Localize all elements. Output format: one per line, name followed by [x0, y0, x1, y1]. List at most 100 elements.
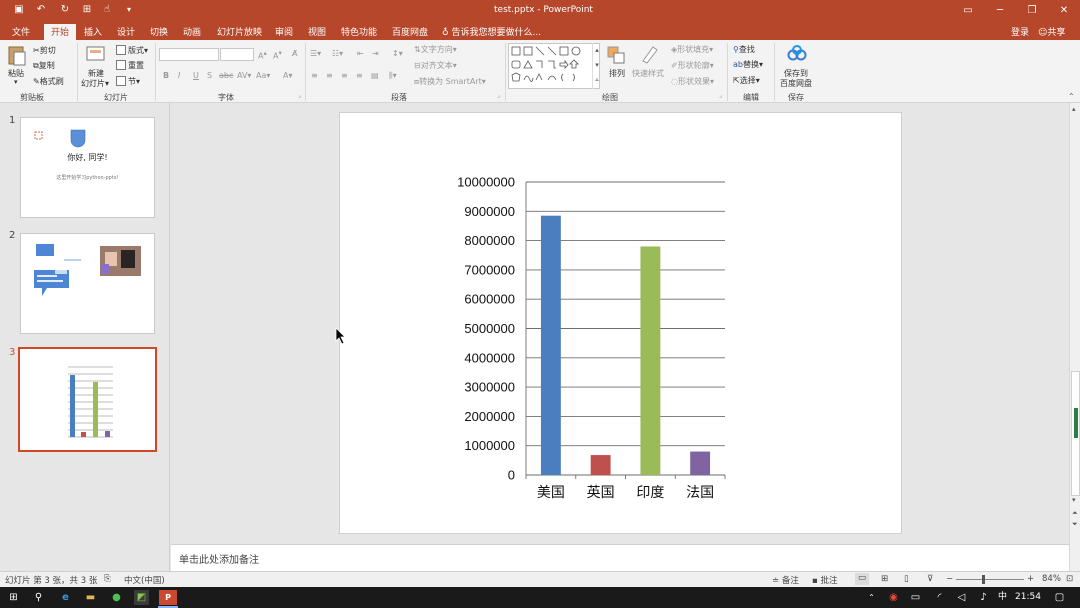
- line-spacing-icon[interactable]: ↕▾: [392, 49, 403, 58]
- underline-icon[interactable]: U: [193, 71, 199, 80]
- redo-icon[interactable]: ↻: [58, 3, 72, 17]
- bold-icon[interactable]: B: [163, 71, 169, 80]
- ime-indicator[interactable]: 中: [995, 590, 1010, 605]
- decrease-font-icon[interactable]: A▾: [273, 49, 282, 61]
- tab-animations[interactable]: 动画: [183, 25, 201, 38]
- shapes-gallery-scroll[interactable]: ▴ ▾ ⩡: [592, 43, 601, 89]
- share-button[interactable]: ☺共享: [1038, 25, 1065, 38]
- vertical-scrollbar[interactable]: ▴ ▾ ⏶ ⏷: [1069, 103, 1080, 571]
- wifi-icon[interactable]: ◜: [932, 590, 947, 605]
- spell-check-icon[interactable]: ⎘: [104, 574, 111, 584]
- change-case-icon[interactable]: Aa▾: [256, 71, 270, 80]
- app-icon-recorder[interactable]: ◩: [134, 590, 149, 605]
- customize-toolbar-icon[interactable]: ▾: [122, 3, 136, 17]
- undo-icon[interactable]: ↶: [34, 3, 48, 17]
- tab-file[interactable]: 文件: [12, 25, 30, 38]
- slide-thumbnail-2[interactable]: [20, 233, 155, 334]
- font-dialog-launcher-icon[interactable]: ⌟: [298, 92, 301, 99]
- align-center-icon[interactable]: ≡: [326, 71, 333, 80]
- decrease-indent-icon[interactable]: ⇤: [357, 49, 364, 58]
- format-painter-button[interactable]: ✎格式刷: [33, 76, 64, 87]
- ribbon-display-options-icon[interactable]: ▭: [952, 0, 984, 22]
- tab-view[interactable]: 视图: [308, 25, 326, 38]
- slide-thumbnail-3[interactable]: [18, 347, 157, 452]
- convert-smartart-button[interactable]: ⧈转换为 SmartArt▾: [414, 76, 486, 87]
- paragraph-dialog-launcher-icon[interactable]: ⌟: [497, 92, 500, 99]
- tab-baidu-netdisk[interactable]: 百度网盘: [392, 25, 428, 38]
- notifications-icon[interactable]: ▢: [1052, 590, 1067, 605]
- font-color-icon[interactable]: A▾: [283, 71, 293, 80]
- replace-button[interactable]: ab替换▾: [733, 59, 763, 70]
- slide-thumbnail-1[interactable]: 你好, 同学! 这里开始学习python-pptx!: [20, 117, 155, 218]
- zoom-out-icon[interactable]: −: [946, 574, 953, 584]
- baidu-cloud-icon[interactable]: [787, 44, 807, 64]
- language-indicator[interactable]: 中文(中国): [124, 574, 165, 586]
- shape-outline-button[interactable]: ✐形状轮廓▾: [671, 60, 714, 71]
- start-from-beginning-icon[interactable]: ⊞: [80, 3, 94, 17]
- next-slide-icon[interactable]: ⏷: [1072, 520, 1078, 529]
- font-size-combobox[interactable]: [220, 48, 254, 61]
- tab-transitions[interactable]: 切换: [150, 25, 168, 38]
- tab-insert[interactable]: 插入: [84, 25, 102, 38]
- find-button[interactable]: ⚲查找: [733, 44, 755, 55]
- minimize-button[interactable]: ─: [984, 0, 1016, 22]
- copy-button[interactable]: ⧉复制: [33, 60, 55, 71]
- volume-icon[interactable]: ◁: [954, 590, 969, 605]
- arrange-button[interactable]: 排列: [609, 68, 625, 79]
- sign-in-link[interactable]: 登录: [1011, 25, 1029, 38]
- zoom-slider-track[interactable]: [956, 579, 1024, 580]
- collapse-ribbon-icon[interactable]: ⌃: [1068, 92, 1075, 101]
- file-explorer-icon[interactable]: ▬: [83, 590, 98, 605]
- increase-indent-icon[interactable]: ⇥: [372, 49, 379, 58]
- align-right-icon[interactable]: ≡: [341, 71, 348, 80]
- text-shadow-icon[interactable]: S: [207, 71, 212, 80]
- tab-review[interactable]: 审阅: [275, 25, 293, 38]
- align-text-button[interactable]: ⊟对齐文本▾: [414, 60, 457, 71]
- section-button[interactable]: 节▾: [116, 76, 140, 87]
- paste-dropdown-icon[interactable]: ▾: [14, 78, 18, 86]
- distributed-icon[interactable]: ▤: [371, 71, 379, 80]
- shape-effects-button[interactable]: ◌形状效果▾: [671, 76, 714, 87]
- zoom-level[interactable]: 84%: [1042, 574, 1061, 584]
- tell-me-box[interactable]: ♁ 告诉我您想要做什么...: [442, 25, 541, 38]
- quick-styles-button[interactable]: 快速样式: [632, 68, 664, 79]
- touch-mode-icon[interactable]: ☝: [100, 3, 114, 17]
- clear-format-icon[interactable]: A̸: [292, 49, 297, 58]
- zoom-slider-thumb[interactable]: [982, 575, 985, 584]
- char-spacing-icon[interactable]: AV▾: [237, 71, 251, 80]
- italic-icon[interactable]: I: [178, 71, 180, 80]
- quick-styles-icon[interactable]: [639, 45, 659, 65]
- shapes-gallery[interactable]: [508, 43, 600, 89]
- text-direction-button[interactable]: ⇅文字方向▾: [414, 44, 457, 55]
- app-icon-green[interactable]: ●: [109, 590, 124, 605]
- battery-icon[interactable]: ▭: [908, 590, 923, 605]
- scroll-up-icon[interactable]: ▴: [1072, 105, 1076, 113]
- arrange-icon[interactable]: [606, 45, 626, 65]
- fit-to-window-icon[interactable]: ⊡: [1066, 574, 1073, 584]
- align-left-icon[interactable]: ≡: [311, 71, 318, 80]
- notes-placeholder[interactable]: 单击此处添加备注: [179, 551, 259, 566]
- scroll-down-icon[interactable]: ▾: [1072, 496, 1076, 504]
- layout-button[interactable]: 版式▾: [116, 45, 148, 56]
- strikethrough-icon[interactable]: abc: [219, 71, 233, 80]
- slideshow-view-icon[interactable]: ⊽: [927, 574, 933, 584]
- clock[interactable]: 21:54: [1012, 590, 1044, 605]
- bar-chart[interactable]: 0 1000000 2000000 3000000 4000000 5000000 6000…: [340, 113, 903, 535]
- justify-icon[interactable]: ≡: [356, 71, 363, 80]
- cut-button[interactable]: ✂剪切: [33, 45, 56, 56]
- tab-slideshow[interactable]: 幻灯片放映: [217, 25, 262, 38]
- comments-toggle-button[interactable]: ▪ 批注: [812, 574, 837, 586]
- show-hidden-icons-icon[interactable]: ⌃: [864, 590, 879, 605]
- search-icon[interactable]: ⚲: [31, 590, 46, 605]
- tab-special-features[interactable]: 特色功能: [341, 25, 377, 38]
- new-slide-button[interactable]: 幻灯片▾: [81, 78, 109, 89]
- select-button[interactable]: ⇱选择▾: [733, 75, 760, 86]
- microphone-icon[interactable]: ♪: [976, 590, 991, 605]
- zoom-in-icon[interactable]: +: [1027, 574, 1034, 584]
- slide-sorter-icon[interactable]: ⊞: [881, 574, 888, 584]
- save-icon[interactable]: ▣: [12, 3, 26, 17]
- shape-fill-button[interactable]: ◈形状填充▾: [671, 44, 713, 55]
- powerpoint-taskbar-icon[interactable]: P: [159, 590, 177, 605]
- close-button[interactable]: ✕: [1048, 0, 1080, 22]
- new-slide-icon[interactable]: [86, 44, 106, 64]
